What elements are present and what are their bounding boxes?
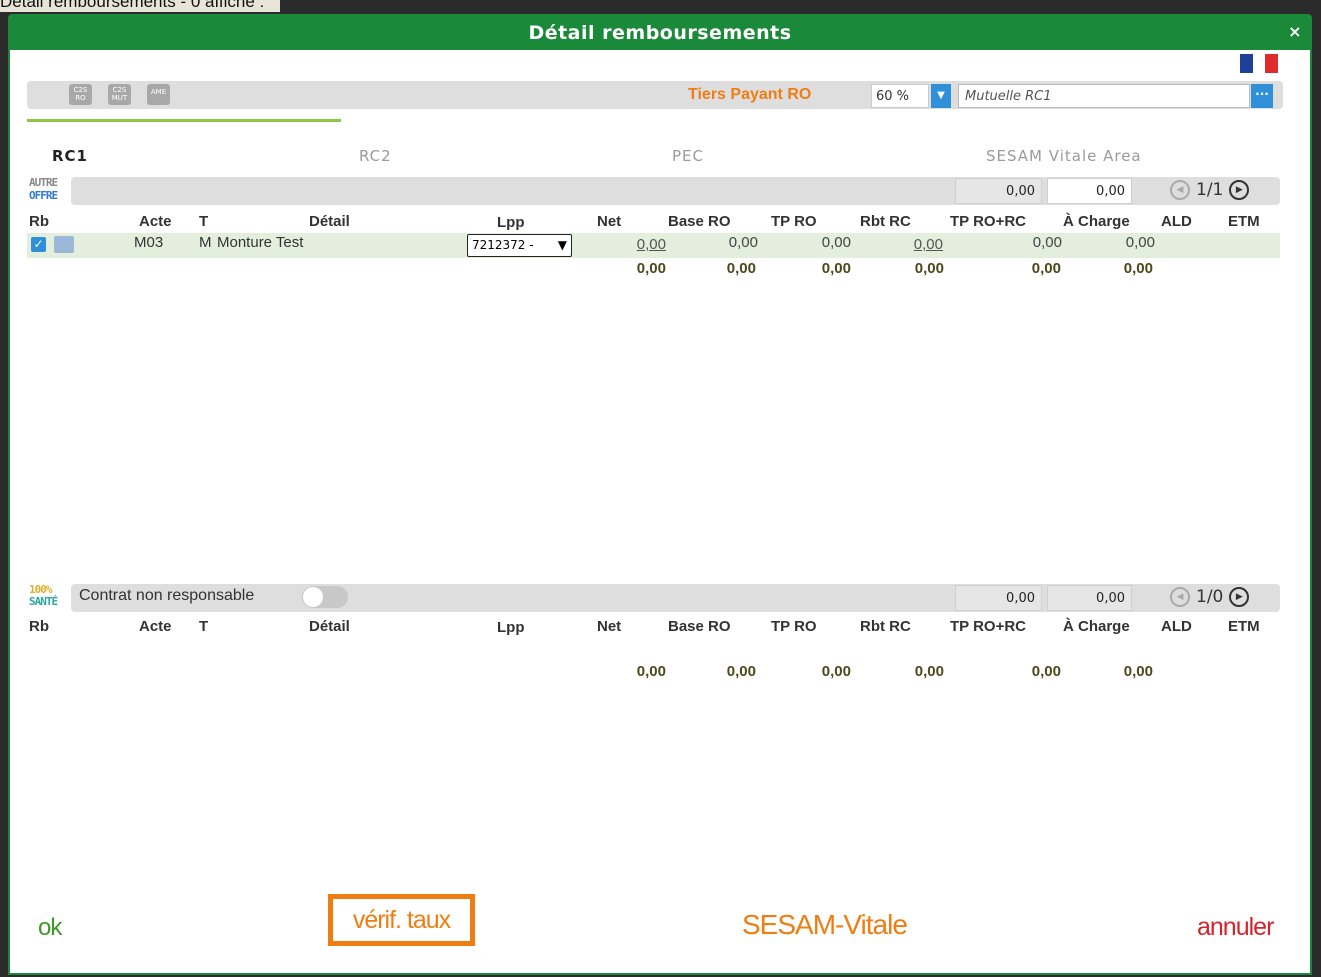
- total-net: 0,00: [636, 260, 666, 277]
- tiers-payant-ro-label[interactable]: Tiers Payant RO: [688, 86, 811, 104]
- prev-page-icon[interactable]: ◀: [1170, 587, 1190, 607]
- dialog-titlebar: Détail remboursements ×: [10, 16, 1310, 50]
- more-options-icon[interactable]: ···: [1251, 84, 1273, 108]
- prev-page-icon[interactable]: ◀: [1170, 180, 1190, 200]
- dialog-title: Détail remboursements: [528, 22, 792, 44]
- c2s-ro-chip[interactable]: C2S RO: [69, 84, 92, 105]
- lpp-select[interactable]: 7212372 - ▼: [467, 234, 572, 257]
- row-net[interactable]: 0,00: [606, 236, 666, 253]
- total-tp-ro-rc: 0,00: [1031, 663, 1061, 680]
- col-base-ro: Base RO: [668, 618, 731, 635]
- french-flag-icon[interactable]: [1240, 54, 1279, 73]
- total-a-charge: 0,00: [1123, 663, 1153, 680]
- col-base-ro: Base RO: [668, 213, 731, 230]
- total-rbt-rc: 0,00: [914, 663, 944, 680]
- total-tp-ro: 0,00: [821, 260, 851, 277]
- ro-percent-select[interactable]: 60 %: [871, 84, 929, 108]
- total-rbt-rc: 0,00: [914, 260, 944, 277]
- row-tp-ro: 0,00: [821, 234, 851, 251]
- chevron-down-icon[interactable]: ▼: [931, 84, 951, 108]
- total-tp-ro: 0,00: [821, 663, 851, 680]
- col-tp-ro-rc: TP RO+RC: [950, 618, 1026, 635]
- col-rbt-rc: Rbt RC: [860, 618, 911, 635]
- total-base-ro: 0,00: [726, 663, 756, 680]
- col-net: Net: [597, 618, 622, 635]
- col-a-charge: À Charge: [1063, 213, 1130, 230]
- tab-pec[interactable]: PEC: [672, 147, 704, 165]
- row-rbt-rc[interactable]: 0,00: [883, 236, 943, 253]
- col-ald: ALD: [1161, 618, 1192, 635]
- row-t: M: [199, 234, 212, 251]
- col-acte: Acte: [139, 213, 172, 230]
- col-etm: ETM: [1228, 618, 1260, 635]
- total-base-ro: 0,00: [726, 260, 756, 277]
- next-page-icon[interactable]: ▶: [1229, 587, 1250, 607]
- tab-rc1[interactable]: RC1: [52, 147, 88, 165]
- 100-sante-logo[interactable]: 100% SANTÉ: [29, 584, 67, 608]
- col-rb: Rb: [29, 213, 49, 230]
- col-t: T: [199, 213, 209, 230]
- col-detail: Détail: [309, 618, 350, 635]
- col-acte: Acte: [139, 618, 172, 635]
- ame-chip[interactable]: AME: [147, 84, 170, 105]
- contrat-label: Contrat non responsable: [79, 587, 255, 604]
- tab-sesam-vitale-area[interactable]: SESAM Vitale Area: [986, 147, 1142, 165]
- c2s-mut-chip[interactable]: C2S MUT: [108, 84, 131, 105]
- verif-taux-button[interactable]: vérif. taux: [328, 894, 475, 946]
- active-tab-indicator: [27, 119, 341, 122]
- section1-amount-input[interactable]: 0,00: [1047, 178, 1132, 204]
- col-ald: ALD: [1161, 213, 1192, 230]
- contrat-toggle[interactable]: [302, 586, 348, 608]
- col-tp-ro-rc: TP RO+RC: [950, 213, 1026, 230]
- col-tp-ro: TP RO: [771, 618, 817, 635]
- col-a-charge: À Charge: [1063, 618, 1130, 635]
- col-lpp: Lpp: [497, 214, 525, 231]
- col-t: T: [199, 618, 209, 635]
- col-tp-ro: TP RO: [771, 213, 817, 230]
- close-icon[interactable]: ×: [1288, 16, 1302, 48]
- col-detail: Détail: [309, 213, 350, 230]
- row-detail: Monture Test: [217, 234, 304, 251]
- row-base-ro: 0,00: [728, 234, 758, 251]
- total-a-charge: 0,00: [1123, 260, 1153, 277]
- col-net: Net: [597, 213, 622, 230]
- section2-amount-right: 0,00: [1047, 585, 1132, 611]
- row-a-charge: 0,00: [1125, 234, 1155, 251]
- tab-rc2[interactable]: RC2: [359, 147, 392, 165]
- total-tp-ro-rc: 0,00: [1031, 260, 1061, 277]
- col-rb: Rb: [29, 618, 49, 635]
- section1-pager: ◀ 1/1 ▶: [1170, 180, 1250, 200]
- mutuelle-field[interactable]: Mutuelle RC1: [958, 84, 1250, 108]
- background-window-caption: Détail remboursements - 0 affiché :: [0, 0, 281, 12]
- card-icon[interactable]: [54, 236, 74, 253]
- autre-offre-logo[interactable]: AUTRE OFFRE: [29, 176, 63, 202]
- total-net: 0,00: [636, 663, 666, 680]
- col-etm: ETM: [1228, 213, 1260, 230]
- row-acte: M03: [134, 234, 164, 251]
- sesam-vitale-button[interactable]: SESAM-Vitale: [742, 909, 908, 941]
- next-page-icon[interactable]: ▶: [1229, 180, 1250, 200]
- ok-button[interactable]: ok: [38, 914, 62, 942]
- row-tp-ro-rc: 0,00: [1032, 234, 1062, 251]
- chevron-down-icon: ▼: [557, 238, 567, 252]
- annuler-button[interactable]: annuler: [1197, 913, 1274, 942]
- section1-amount-left: 0,00: [955, 178, 1042, 204]
- section2-amount-left: 0,00: [955, 585, 1042, 611]
- section2-pager: ◀ 1/0 ▶: [1170, 587, 1250, 607]
- col-rbt-rc: Rbt RC: [860, 213, 911, 230]
- rb-checkbox[interactable]: ✓: [31, 237, 46, 252]
- col-lpp: Lpp: [497, 619, 525, 636]
